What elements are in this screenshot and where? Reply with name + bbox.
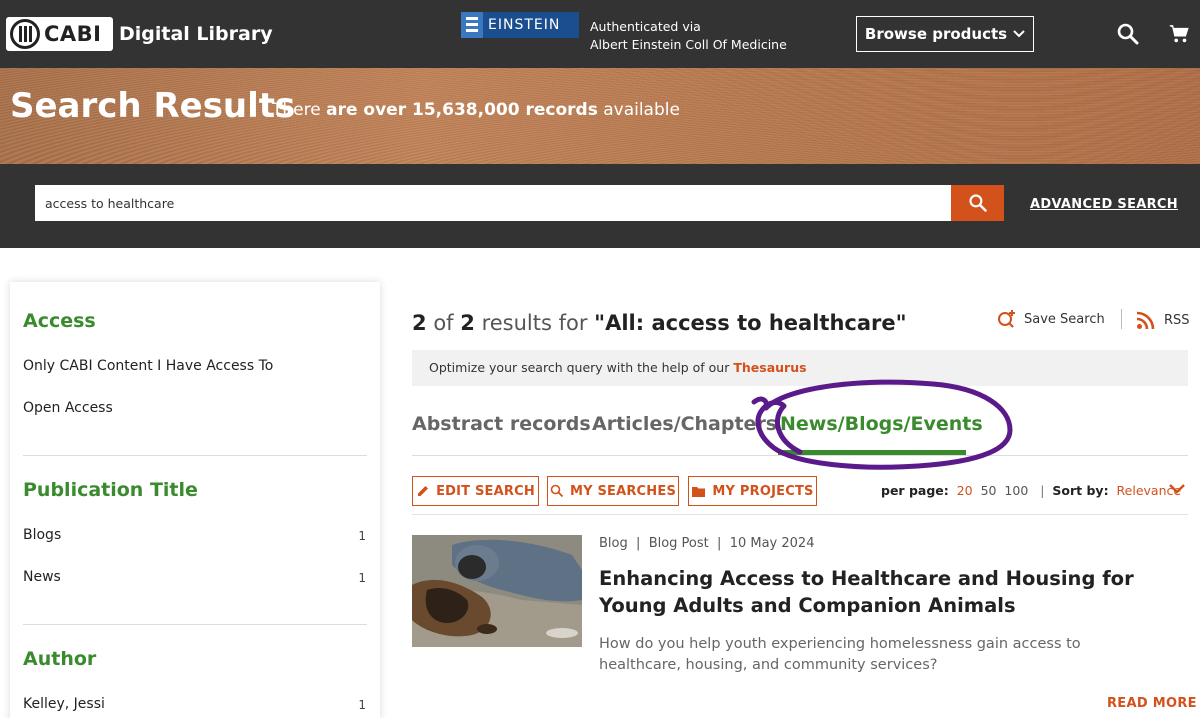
filter-news[interactable]: News <box>23 569 61 585</box>
result-meta: Blog | Blog Post | 10 May 2024 <box>599 536 814 551</box>
cabi-logo-mark: CABI <box>6 17 113 51</box>
save-search-button[interactable]: Save Search <box>997 309 1105 329</box>
results-total: 2 <box>460 311 475 335</box>
filter-access-cabi-content[interactable]: Only CABI Content I Have Access To <box>23 358 273 374</box>
toolbar-divider <box>412 514 1188 515</box>
auth-line-1: Authenticated via <box>590 19 701 34</box>
advanced-search-link[interactable]: ADVANCED SEARCH <box>1030 197 1178 212</box>
auth-line-2: Albert Einstein Coll Of Medicine <box>590 37 787 52</box>
search-band: ADVANCED SEARCH <box>0 164 1200 248</box>
my-projects-button[interactable]: MY PROJECTS <box>688 476 817 506</box>
divider <box>23 455 367 456</box>
thesaurus-link[interactable]: Thesaurus <box>733 360 806 375</box>
filter-author-kelley-count: 1 <box>358 698 366 712</box>
save-search-icon <box>998 310 1015 328</box>
records-suffix: available <box>603 100 680 120</box>
my-searches-label: MY SEARCHES <box>569 483 677 499</box>
filter-author-kelley[interactable]: Kelley, Jessi <box>23 696 105 712</box>
cabi-logo-brand: CABI <box>44 22 102 46</box>
results-summary: 2 of 2 results for "All: access to healt… <box>412 311 907 335</box>
per-page-option-100[interactable]: 100 <box>1004 483 1028 498</box>
edit-search-label: EDIT SEARCH <box>436 483 535 499</box>
filter-news-count: 1 <box>358 571 366 585</box>
filter-blogs[interactable]: Blogs <box>23 527 61 543</box>
save-search-label: Save Search <box>1024 311 1105 327</box>
read-more-link[interactable]: READ MORE <box>1107 696 1197 711</box>
tab-abstract-records[interactable]: Abstract records <box>412 413 591 435</box>
my-projects-label: MY PROJECTS <box>712 483 814 499</box>
search-icon <box>968 194 987 212</box>
divider <box>23 624 367 625</box>
my-searches-button[interactable]: MY SEARCHES <box>547 476 679 506</box>
filter-open-access[interactable]: Open Access <box>23 400 113 416</box>
results-of: of <box>433 311 454 335</box>
result-description: How do you help youth experiencing homel… <box>599 636 1081 673</box>
records-count: There are over 15,638,000 records availa… <box>272 100 680 120</box>
per-page-option-50[interactable]: 50 <box>981 483 997 498</box>
einstein-icon <box>461 12 483 38</box>
browse-products-label: Browse products <box>864 25 1008 43</box>
cabi-logo[interactable]: CABI Digital Library <box>6 17 273 51</box>
pencil-icon <box>418 486 429 496</box>
author-heading: Author <box>23 648 97 670</box>
thesaurus-hint-text: Optimize your search query with the help… <box>429 360 730 375</box>
rss-label: RSS <box>1164 312 1190 328</box>
cabi-logo-icon <box>10 19 40 49</box>
folder-icon <box>692 486 706 497</box>
search-input[interactable] <box>35 185 951 221</box>
filter-sidebar: Access Only CABI Content I Have Access T… <box>10 282 380 718</box>
meta-separator: | <box>631 536 645 551</box>
access-heading: Access <box>23 310 96 332</box>
records-number: are over 15,638,000 records <box>326 100 598 120</box>
top-navbar: CABI Digital Library EINSTEIN Authentica… <box>0 0 1200 68</box>
results-shown: 2 <box>412 311 427 335</box>
search-icon <box>550 484 564 498</box>
sort-by-label: Sort by: <box>1052 483 1109 498</box>
authentication-info: Authenticated via Albert Einstein Coll O… <box>590 18 787 54</box>
cart-icon[interactable] <box>1168 23 1190 45</box>
result-type: Blog <box>599 536 628 551</box>
meta-separator: | <box>712 536 726 551</box>
results-query: "All: access to healthcare" <box>594 311 907 335</box>
per-page-label: per page: <box>881 483 949 498</box>
result-thumbnail-image <box>412 535 582 647</box>
institution-logo: EINSTEIN <box>461 12 579 38</box>
per-page-option-20[interactable]: 20 <box>957 483 973 498</box>
rss-button[interactable]: RSS <box>1136 310 1190 330</box>
chevron-down-icon[interactable] <box>1168 483 1186 495</box>
result-date: 10 May 2024 <box>729 536 815 551</box>
logo-text: Digital Library <box>119 23 273 45</box>
browse-products-button[interactable]: Browse products <box>856 16 1034 52</box>
records-prefix: There <box>272 100 321 120</box>
filter-blogs-count: 1 <box>358 529 366 543</box>
edit-search-button[interactable]: EDIT SEARCH <box>412 476 539 506</box>
result-subtype: Blog Post <box>648 536 709 551</box>
result-thumbnail[interactable] <box>412 535 582 647</box>
institution-logo-text: EINSTEIN <box>488 17 561 33</box>
search-icon[interactable] <box>1116 22 1140 46</box>
rss-icon <box>1136 311 1155 330</box>
search-submit-button[interactable] <box>951 185 1004 221</box>
publication-title-heading: Publication Title <box>23 479 198 501</box>
results-controls: per page: 20 50 100 | Sort by: Relevance <box>881 483 1181 498</box>
hand-drawn-circle-annotation <box>751 379 1013 470</box>
results-for: results for <box>481 311 588 335</box>
divider <box>1121 309 1122 329</box>
chevron-down-icon <box>1013 30 1025 38</box>
result-title-link[interactable]: Enhancing Access to Healthcare and Housi… <box>599 565 1159 619</box>
hero-banner: Search Results There are over 15,638,000… <box>0 68 1200 164</box>
controls-separator: | <box>1036 483 1049 498</box>
page-title: Search Results <box>10 86 296 126</box>
